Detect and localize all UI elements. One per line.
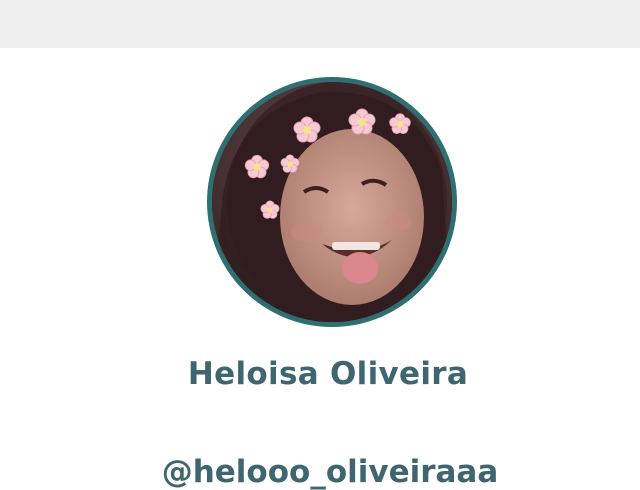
profile-username[interactable]: @helooo_oliveiraaa	[0, 454, 640, 490]
profile-display-name: Heloisa Oliveira	[187, 356, 469, 392]
avatar-photo	[212, 82, 452, 322]
top-bar	[0, 0, 640, 48]
avatar-illustration	[212, 82, 452, 322]
avatar[interactable]	[207, 77, 457, 327]
